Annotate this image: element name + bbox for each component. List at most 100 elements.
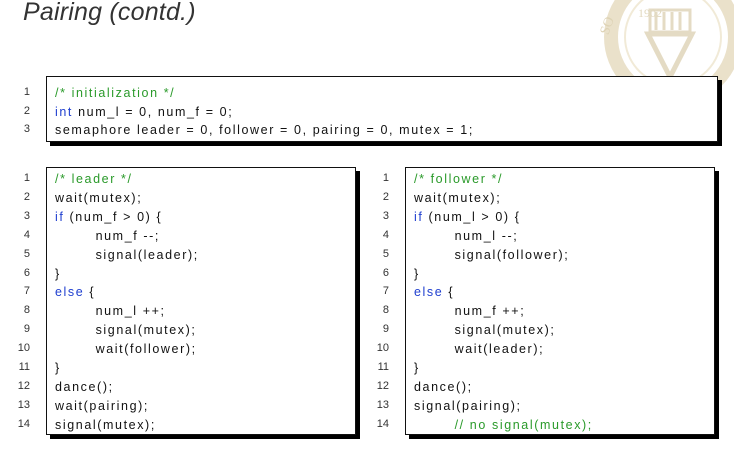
leader-line-number: 14 (17, 417, 30, 430)
follower-line-number: 11 (377, 361, 389, 373)
code-text: signal(mutex); (55, 417, 156, 432)
code-text: wait(pairing); (55, 398, 149, 413)
leader-code-line: else { (55, 283, 95, 302)
code-comment: /* initialization */ (55, 86, 176, 100)
leader-code-line: signal(leader); (55, 246, 199, 265)
follower-line-number: 3 (382, 209, 389, 222)
leader-line-number: 6 (23, 266, 30, 279)
follower-code-line: signal(follower); (414, 246, 569, 265)
init-line-number: 1 (23, 86, 30, 98)
leader-line-number: 5 (23, 247, 30, 260)
follower-code-line: if (num_l > 0) { (414, 208, 521, 227)
follower-line-number: 8 (382, 304, 389, 317)
leader-line-number: 12 (17, 379, 30, 392)
code-text: dance(); (414, 379, 473, 394)
code-text: signal(pairing); (414, 398, 522, 413)
code-text: signal(follower); (414, 247, 570, 262)
code-text: } (414, 361, 420, 375)
follower-code-line: // no signal(mutex); (414, 416, 593, 435)
leader-code-line: signal(mutex); (55, 416, 156, 435)
leader-code-line: signal(mutex); (55, 321, 196, 340)
follower-line-number: 5 (382, 247, 389, 260)
follower-code-line: dance(); (414, 378, 473, 397)
code-text: (num_f > 0) { (64, 209, 163, 224)
code-text: { (84, 285, 96, 300)
code-text: num_l --; (414, 228, 519, 243)
follower-code-line: else { (414, 283, 454, 302)
follower-code-line: } (414, 265, 420, 284)
follower-line-number: 14 (376, 417, 389, 430)
leader-line-number: 7 (23, 285, 30, 298)
follower-code-line: num_f ++; (414, 302, 525, 321)
seal-letters: SO (598, 15, 618, 37)
code-text: dance(); (55, 379, 114, 394)
code-text: } (55, 266, 61, 281)
follower-code-line: signal(mutex); (414, 321, 555, 340)
leader-line-number: 8 (23, 304, 30, 317)
leader-code-line: num_l ++; (55, 302, 166, 321)
slide-title: Pairing (contd.) (23, 0, 196, 26)
init-line-number: 2 (23, 104, 30, 117)
code-text: semaphore leader = 0, follower = 0, pair… (55, 123, 474, 137)
code-text: signal(leader); (55, 247, 199, 262)
code-text: num_f --; (55, 228, 160, 243)
code-text: wait(mutex); (55, 190, 143, 205)
follower-line-number: 7 (382, 285, 389, 298)
seal-building-icon (648, 8, 692, 34)
code-text: wait(leader); (414, 342, 545, 357)
code-text: wait(follower); (55, 342, 197, 357)
code-text: num_l ++; (55, 304, 166, 319)
leader-code-line: if (num_f > 0) { (55, 208, 162, 227)
init-code-line: int num_l = 0, num_f = 0; (55, 103, 233, 122)
leader-line-number: 13 (17, 398, 30, 411)
code-text: signal(mutex); (55, 323, 197, 338)
seal-year: 1902 (638, 6, 662, 20)
leader-code-line: wait(mutex); (55, 189, 142, 208)
follower-code-line: } (414, 359, 420, 378)
leader-code-line: } (55, 359, 61, 378)
leader-line-number: 1 (23, 172, 30, 184)
init-line-number: 3 (23, 123, 30, 135)
init-code-line: /* initialization */ (55, 84, 175, 103)
code-text: num_f ++; (414, 304, 526, 319)
follower-line-number: 1 (382, 172, 389, 184)
code-text: wait(mutex); (414, 190, 502, 205)
follower-code-line: num_l --; (414, 227, 518, 246)
leader-code-line: } (55, 265, 61, 284)
leader-code-line: dance(); (55, 378, 114, 397)
leader-code-line: wait(follower); (55, 340, 197, 359)
code-comment: /* follower */ (414, 172, 504, 186)
leader-code-line: wait(pairing); (55, 397, 149, 416)
leader-line-number: 4 (23, 228, 30, 241)
code-comment: /* leader */ (55, 172, 133, 186)
code-keyword: else (55, 285, 85, 300)
follower-line-number: 9 (382, 323, 389, 336)
follower-code-line: wait(mutex); (414, 189, 501, 208)
follower-line-number: 4 (382, 228, 389, 241)
follower-line-number: 6 (382, 266, 389, 279)
code-text: } (414, 266, 420, 281)
code-text: num_l = 0, num_f = 0; (73, 104, 234, 119)
code-keyword: int (55, 104, 74, 119)
follower-line-number: 12 (376, 379, 389, 392)
follower-line-number: 2 (382, 190, 389, 203)
code-text: signal(mutex); (414, 323, 556, 338)
follower-line-number: 13 (376, 398, 389, 411)
leader-line-number: 11 (18, 361, 30, 373)
follower-code-line: wait(leader); (414, 340, 544, 359)
code-text: } (55, 361, 61, 375)
leader-line-number: 3 (23, 209, 30, 222)
code-text: { (443, 285, 455, 300)
leader-line-number: 9 (23, 323, 30, 336)
leader-line-number: 10 (17, 342, 30, 355)
code-comment: // no signal(mutex); (414, 417, 593, 432)
leader-code-line: num_f --; (55, 227, 160, 246)
init-code-line: semaphore leader = 0, follower = 0, pair… (55, 121, 474, 140)
code-keyword: else (414, 285, 444, 300)
leader-line-number: 2 (23, 190, 30, 203)
leader-code-line: /* leader */ (55, 170, 133, 189)
follower-code-line: /* follower */ (414, 170, 503, 189)
follower-line-number: 10 (376, 342, 389, 355)
follower-code-line: signal(pairing); (414, 397, 522, 416)
code-text: (num_l > 0) { (423, 209, 521, 224)
